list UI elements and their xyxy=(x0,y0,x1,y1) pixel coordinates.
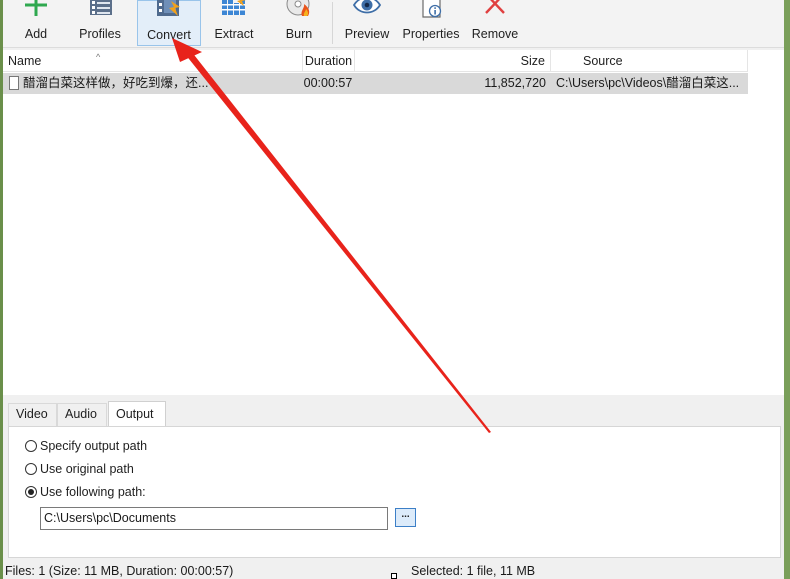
equalizer-icon xyxy=(222,0,246,15)
tab-audio[interactable]: Audio xyxy=(57,403,107,426)
add-button-label: Add xyxy=(24,27,48,41)
mouse-cursor xyxy=(391,573,397,579)
remove-button[interactable]: Remove xyxy=(469,0,521,46)
list-header: Name ^ Duration Size Source xyxy=(3,50,748,72)
column-header-size[interactable]: Size xyxy=(355,50,551,72)
radio-circle[interactable] xyxy=(25,440,37,452)
column-header-duration[interactable]: Duration xyxy=(303,50,355,72)
radio-specify-output-path-label: Specify output path xyxy=(40,439,148,453)
tab-video[interactable]: Video xyxy=(8,403,57,426)
radio-use-following-path-label: Use following path: xyxy=(40,485,146,499)
radio-circle[interactable] xyxy=(25,463,37,475)
status-selected-info: Selected: 1 file, 11 MB xyxy=(411,564,536,578)
preview-button[interactable]: Preview xyxy=(343,0,391,46)
tab-audio-label: Audio xyxy=(65,407,97,421)
column-name-label: Name xyxy=(8,54,42,68)
settings-tabs: Video Audio Output Specify output path U… xyxy=(3,395,784,565)
column-size-label: Size xyxy=(520,54,545,68)
toolbar-separator xyxy=(332,2,333,44)
properties-button[interactable]: Properties xyxy=(400,0,462,46)
tab-output[interactable]: Output xyxy=(108,401,166,426)
add-button[interactable]: Add xyxy=(13,0,59,46)
burn-button-label: Burn xyxy=(285,27,313,41)
convert-button[interactable]: Convert xyxy=(137,0,201,46)
column-duration-label: Duration xyxy=(304,54,353,68)
row-name: 醋溜白菜这样做，好吃到爆，还... xyxy=(23,76,209,90)
row-source: C:\Users\pc\Videos\醋溜白菜这... xyxy=(556,76,740,90)
tab-output-label: Output xyxy=(116,407,154,421)
film-convert-icon xyxy=(157,0,180,16)
output-path-field[interactable]: C:\Users\pc\Documents xyxy=(40,507,388,530)
table-row[interactable]: 醋溜白菜这样做，好吃到爆，还... 00:00:57 11,852,720 C:… xyxy=(3,73,748,94)
convert-button-label: Convert xyxy=(147,28,191,42)
status-files-info: Files: 1 (Size: 11 MB, Duration: 00:00:5… xyxy=(5,564,234,578)
plus-icon xyxy=(25,0,47,16)
toolbar: Add Profiles Convert Extract Burn Previe… xyxy=(3,0,784,48)
column-header-source[interactable]: Source xyxy=(551,50,748,72)
profiles-button[interactable]: Profiles xyxy=(75,0,125,46)
radio-circle-selected[interactable] xyxy=(25,486,37,498)
tab-video-label: Video xyxy=(16,407,48,421)
burn-button[interactable]: Burn xyxy=(276,0,322,46)
radio-use-original-path-label: Use original path xyxy=(40,462,134,476)
row-size: 11,852,720 xyxy=(484,76,546,90)
file-icon xyxy=(9,76,19,90)
output-panel: Specify output path Use original path Us… xyxy=(8,426,781,558)
column-header-name[interactable]: Name ^ xyxy=(3,50,303,72)
profiles-button-label: Profiles xyxy=(79,27,121,41)
remove-button-label: Remove xyxy=(471,27,519,41)
eye-icon xyxy=(353,0,381,14)
browse-button[interactable]: ... xyxy=(395,508,416,527)
document-info-icon xyxy=(422,0,442,18)
x-icon xyxy=(485,0,505,14)
extract-button[interactable]: Extract xyxy=(210,0,258,46)
sort-caret-icon: ^ xyxy=(96,52,101,62)
properties-button-label: Properties xyxy=(402,27,460,41)
preview-button-label: Preview xyxy=(344,27,390,41)
disc-burn-icon xyxy=(286,0,310,16)
file-list[interactable]: Name ^ Duration Size Source 醋溜白菜这样做，好吃到爆… xyxy=(3,50,784,395)
background-edge-right xyxy=(784,0,790,579)
column-source-label: Source xyxy=(583,54,623,68)
extract-button-label: Extract xyxy=(214,27,254,41)
row-duration: 00:00:57 xyxy=(303,76,353,90)
film-list-icon xyxy=(90,0,112,15)
